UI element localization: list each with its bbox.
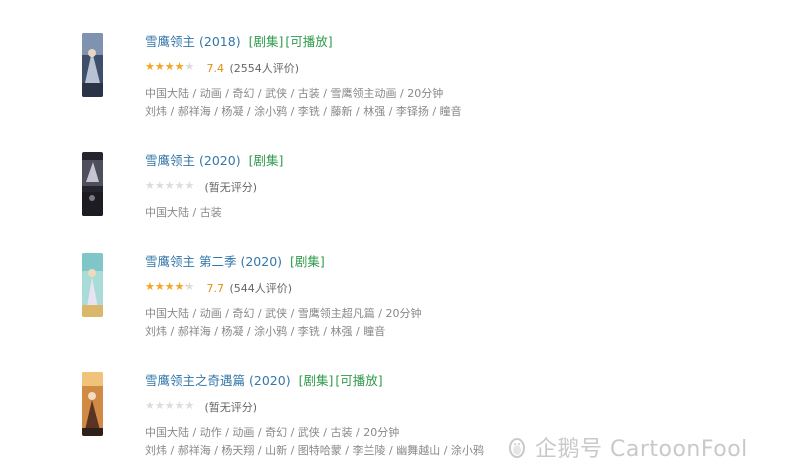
title-line: 雪鹰领主 (2018) [剧集] [可播放] <box>145 33 585 51</box>
poster-art <box>82 253 103 317</box>
rating-count: (2554人评价) <box>229 62 300 75</box>
result-year: (2020) <box>240 254 283 269</box>
result-title-link[interactable]: 雪鹰领主之奇遇篇 <box>145 373 245 388</box>
result-meta: 中国大陆 / 动画 / 奇幻 / 武侠 / 古装 / 雪鹰领主动画 / 20分钟 <box>145 87 444 100</box>
rating-score: 7.7 <box>206 282 225 295</box>
result-year: (2020) <box>199 153 241 168</box>
rating-line: ★★★★★ (暂无评分) <box>145 179 585 196</box>
poster-art <box>82 152 103 216</box>
rating-line: ★★★★★★★★★★ 7.7 (544人评价) <box>145 280 585 297</box>
result-info: 雪鹰领主 (2020) [剧集] ★★★★★ (暂无评分) 中国大陆 / 古装 <box>145 152 585 222</box>
result-title-link[interactable]: 雪鹰领主 <box>145 153 195 168</box>
result-title-link[interactable]: 雪鹰领主 第二季 <box>145 254 236 269</box>
poster-image[interactable] <box>82 372 103 436</box>
rating-score: 7.4 <box>206 62 225 75</box>
star-rating: ★★★★★ <box>145 399 195 412</box>
result-title-link[interactable]: 雪鹰领主 <box>145 34 195 49</box>
title-line: 雪鹰领主 (2020) [剧集] <box>145 152 585 170</box>
title-line: 雪鹰领主 第二季 (2020) [剧集] <box>145 253 585 271</box>
search-results-list: 雪鹰领主 (2018) [剧集][可播放] ★★★★★★★★★★ 7.4 (25… <box>0 0 803 473</box>
star-rating: ★★★★★★★★★★ <box>145 60 195 73</box>
result-info: 雪鹰领主 (2018) [剧集][可播放] ★★★★★★★★★★ 7.4 (25… <box>145 33 585 121</box>
result-item: 雪鹰领主 (2018) [剧集][可播放] ★★★★★★★★★★ 7.4 (25… <box>82 33 602 118</box>
poster-image[interactable] <box>82 253 103 317</box>
result-year: (2018) <box>199 34 241 49</box>
rating-line: ★★★★★ (暂无评分) <box>145 399 585 416</box>
tag-playable[interactable]: [可播放] <box>335 373 382 388</box>
result-item: 雪鹰领主 第二季 (2020) [剧集] ★★★★★★★★★★ 7.7 (544… <box>82 253 602 338</box>
poster-art <box>82 372 103 436</box>
penguin-icon <box>509 438 525 458</box>
poster-image[interactable] <box>82 152 103 216</box>
rating-count: (544人评价) <box>229 282 293 295</box>
tag-series[interactable]: [剧集] <box>249 34 284 49</box>
rating-line: ★★★★★★★★★★ 7.4 (2554人评价) <box>145 60 585 77</box>
result-year: (2020) <box>249 373 291 388</box>
result-meta: 中国大陆 / 古装 <box>145 206 222 219</box>
title-line: 雪鹰领主之奇遇篇 (2020) [剧集] [可播放] <box>145 372 585 390</box>
result-cast: 刘炜 / 郝祥海 / 杨凝 / 涂小鸦 / 李铣 / 林强 / 瞳音 <box>145 325 386 338</box>
watermark-text: 企鹅号 CartoonFool <box>535 437 748 462</box>
result-info: 雪鹰领主 第二季 (2020) [剧集] ★★★★★★★★★★ 7.7 (544… <box>145 253 585 341</box>
result-cast: 刘炜 / 郝祥海 / 杨凝 / 涂小鸦 / 李铣 / 藤新 / 林强 / 李铎扬… <box>145 105 462 118</box>
rating-count: (暂无评分) <box>204 401 258 414</box>
rating-count: (暂无评分) <box>204 181 258 194</box>
poster-image[interactable] <box>82 33 103 97</box>
result-meta: 中国大陆 / 动画 / 奇幻 / 武侠 / 雪鹰领主超凡篇 / 20分钟 <box>145 307 422 320</box>
tag-series[interactable]: [剧集] <box>290 254 325 269</box>
poster-art <box>82 33 103 97</box>
star-rating: ★★★★★★★★★★ <box>145 280 195 293</box>
star-rating: ★★★★★ <box>145 179 195 192</box>
tag-playable[interactable]: [可播放] <box>285 34 332 49</box>
tag-series[interactable]: [剧集] <box>299 373 334 388</box>
tag-series[interactable]: [剧集] <box>249 153 284 168</box>
result-item: 雪鹰领主 (2020) [剧集] ★★★★★ (暂无评分) 中国大陆 / 古装 <box>82 152 602 232</box>
watermark: 企鹅号 CartoonFool <box>505 430 748 464</box>
